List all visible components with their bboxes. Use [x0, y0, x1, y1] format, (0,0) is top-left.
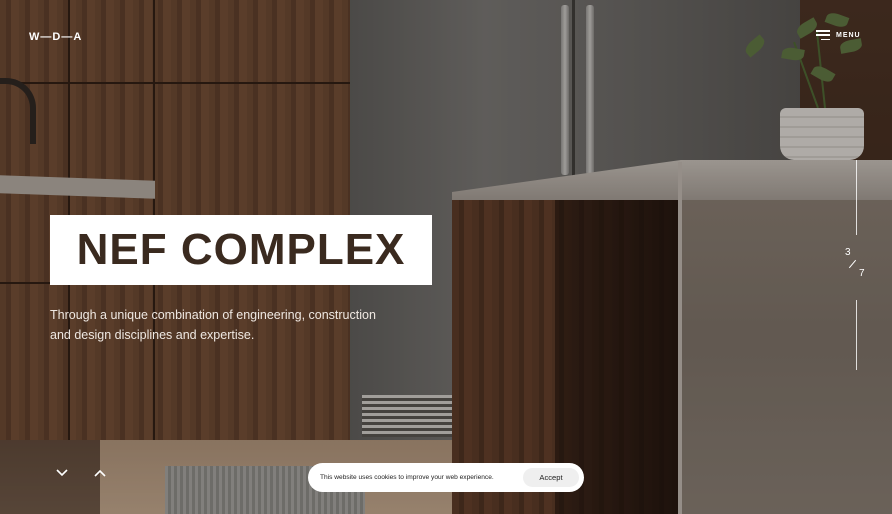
slide-current: 3: [845, 247, 851, 258]
chevron-up-icon: [94, 469, 106, 477]
slider-progress-line-top: [856, 160, 857, 235]
slide-counter: 3 7: [843, 247, 873, 283]
prev-slide-button[interactable]: [54, 465, 70, 481]
slide-total: 7: [859, 268, 865, 279]
slide-counter-divider: [848, 259, 857, 269]
chevron-down-icon: [56, 469, 68, 477]
hero-subtitle: Through a unique combination of engineer…: [50, 308, 376, 342]
brand-logo[interactable]: W—D—A: [29, 31, 82, 43]
next-slide-button[interactable]: [92, 465, 108, 481]
accept-cookies-button[interactable]: Accept: [523, 468, 579, 487]
title-box: NEF COMPLEX: [50, 215, 432, 285]
hamburger-icon: [816, 30, 830, 40]
menu-label: MENU: [836, 31, 861, 39]
cookie-message: This website uses cookies to improve you…: [320, 474, 494, 481]
menu-button[interactable]: MENU: [816, 30, 861, 40]
page-title: NEF COMPLEX: [76, 225, 406, 274]
slider-progress-line-bottom: [856, 300, 857, 370]
cookie-banner: This website uses cookies to improve you…: [308, 463, 584, 492]
